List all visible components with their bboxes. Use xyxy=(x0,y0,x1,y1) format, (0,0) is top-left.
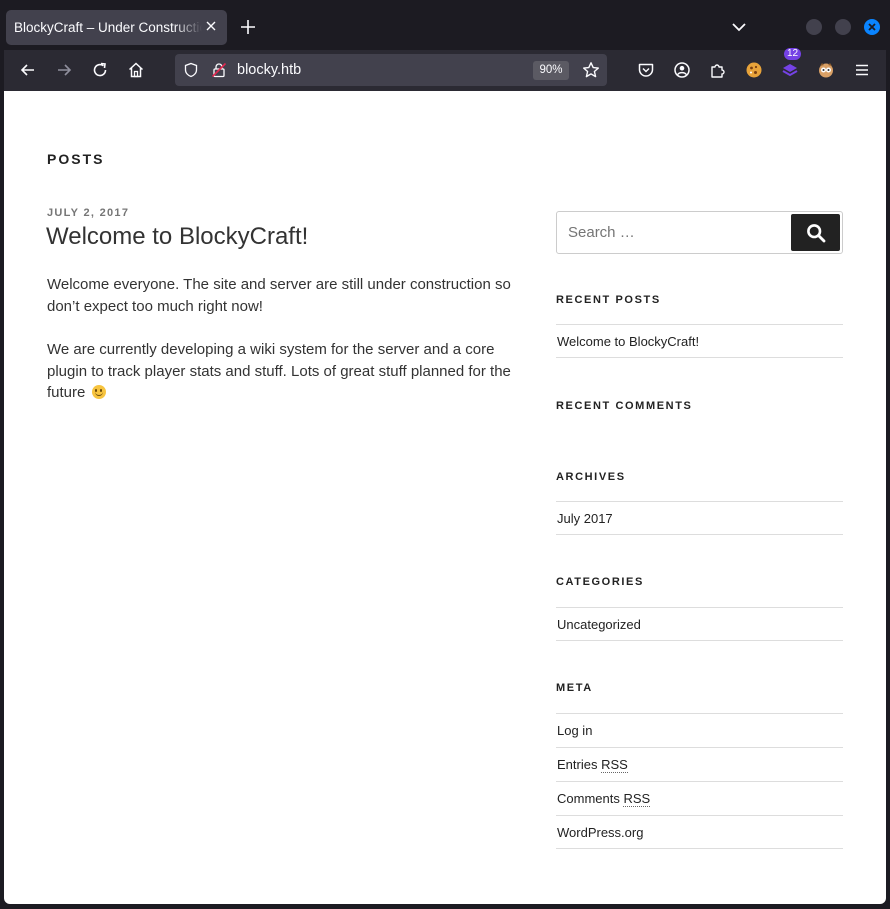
url-text[interactable]: blocky.htb xyxy=(237,62,301,78)
bookmark-star-icon[interactable] xyxy=(582,61,600,79)
post-paragraph-1: Welcome everyone. The site and server ar… xyxy=(47,276,511,315)
post-paragraph-2: We are currently developing a wiki syste… xyxy=(47,339,517,404)
page-title: POSTS xyxy=(47,151,105,167)
comments-label: Comments xyxy=(557,791,624,806)
reload-button[interactable] xyxy=(90,60,110,80)
shield-icon[interactable] xyxy=(183,62,199,78)
category-link[interactable]: Uncategorized xyxy=(556,607,843,641)
post-title[interactable]: Welcome to BlockyCraft! xyxy=(46,223,308,251)
new-tab-icon[interactable] xyxy=(239,18,257,36)
arrow-left-icon xyxy=(20,64,34,76)
address-bar[interactable]: blocky.htb 90% xyxy=(175,54,607,86)
home-button[interactable] xyxy=(126,60,146,80)
browser-tab[interactable]: BlockyCraft – Under Construction xyxy=(6,10,227,45)
archives-list: July 2017 xyxy=(556,501,843,535)
entries-rss-link[interactable]: Entries RSS xyxy=(556,747,843,781)
login-link[interactable]: Log in xyxy=(556,713,843,747)
forward-button[interactable] xyxy=(54,60,74,80)
entries-label: Entries xyxy=(557,757,602,772)
extensions-button[interactable] xyxy=(708,60,728,80)
meta-list: Log in Entries RSS Comments RSS WordPres… xyxy=(556,713,843,849)
cookie-extension-icon xyxy=(746,62,762,78)
account-button[interactable] xyxy=(672,60,692,80)
wordpress-link[interactable]: WordPress.org xyxy=(556,815,843,849)
pocket-icon xyxy=(638,63,654,77)
puzzle-icon xyxy=(711,64,725,78)
pocket-button[interactable] xyxy=(636,60,656,80)
app-menu-button[interactable] xyxy=(852,60,872,80)
title-bar: BlockyCraft – Under Construction xyxy=(0,0,890,50)
arrow-right-icon xyxy=(58,64,72,76)
navigation-toolbar: blocky.htb 90% 12 xyxy=(4,48,886,91)
extension-fox-button[interactable] xyxy=(816,60,836,80)
meta-title: META xyxy=(556,682,593,694)
recent-posts-list: Welcome to BlockyCraft! xyxy=(556,324,843,358)
list-all-tabs-icon[interactable] xyxy=(730,19,748,35)
recent-comments-title: RECENT COMMENTS xyxy=(556,400,693,412)
minimize-button[interactable] xyxy=(806,19,822,35)
tab-close-icon[interactable] xyxy=(203,18,219,34)
entries-rss-abbr: RSS xyxy=(601,757,628,773)
post-paragraph-2-text: We are currently developing a wiki syste… xyxy=(47,341,511,402)
post-date[interactable]: JULY 2, 2017 xyxy=(47,207,129,219)
hamburger-menu-icon xyxy=(856,64,868,76)
home-icon xyxy=(128,62,144,78)
categories-list: Uncategorized xyxy=(556,607,843,641)
web-page: POSTS JULY 2, 2017 Welcome to BlockyCraf… xyxy=(4,91,886,904)
comments-rss-abbr: RSS xyxy=(623,791,651,807)
archives-title: ARCHIVES xyxy=(556,471,626,483)
extension-badge: 12 xyxy=(784,48,802,60)
maximize-button[interactable] xyxy=(835,19,851,35)
search-form xyxy=(556,211,843,254)
categories-title: CATEGORIES xyxy=(556,576,644,588)
reload-icon xyxy=(93,62,107,77)
search-input[interactable] xyxy=(568,224,788,241)
tab-title: BlockyCraft – Under Construction xyxy=(14,20,202,35)
zoom-indicator[interactable]: 90% xyxy=(533,61,569,80)
archive-link[interactable]: July 2017 xyxy=(556,501,843,535)
recent-posts-title: RECENT POSTS xyxy=(556,294,661,306)
account-icon xyxy=(674,62,690,78)
insecure-lock-icon[interactable] xyxy=(211,62,227,78)
back-button[interactable] xyxy=(18,60,38,80)
stack-extension-icon xyxy=(782,64,798,77)
search-button[interactable] xyxy=(791,214,840,251)
recent-post-link[interactable]: Welcome to BlockyCraft! xyxy=(556,324,843,358)
close-icon xyxy=(868,23,876,31)
comments-rss-link[interactable]: Comments RSS xyxy=(556,781,843,815)
smiley-emoji-icon xyxy=(91,385,106,400)
fox-extension-icon xyxy=(819,63,833,78)
extension-stack-button[interactable] xyxy=(780,60,800,80)
close-window-button[interactable] xyxy=(864,19,880,35)
extension-cookie-button[interactable] xyxy=(744,60,764,80)
search-icon xyxy=(806,223,825,242)
